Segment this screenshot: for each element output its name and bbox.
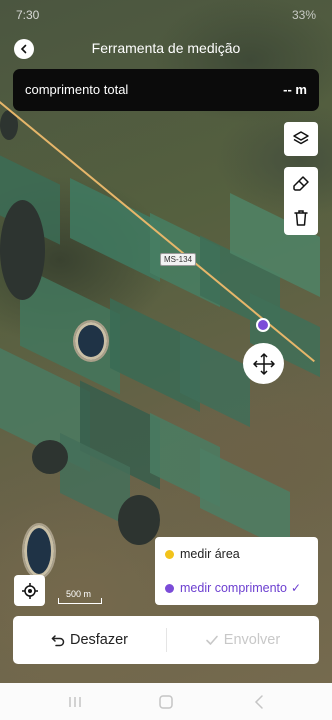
back-nav-icon[interactable] xyxy=(250,693,268,711)
status-time: 7:30 xyxy=(16,8,40,22)
map-lake xyxy=(75,322,107,360)
map-field xyxy=(70,178,160,282)
measurement-bar: comprimento total -- m xyxy=(13,69,319,111)
measure-length-option[interactable]: medir comprimento ✓ xyxy=(155,571,318,605)
status-battery: 33% xyxy=(291,8,316,22)
measure-mode-menu: medir área medir comprimento ✓ xyxy=(155,537,318,605)
wrap-button[interactable]: Envolver xyxy=(166,616,319,664)
trash-icon xyxy=(294,210,308,226)
measure-point[interactable] xyxy=(256,318,270,332)
undo-label: Desfazer xyxy=(69,632,129,648)
eraser-button[interactable] xyxy=(284,167,318,201)
map-lake xyxy=(24,525,54,577)
length-dot xyxy=(165,583,174,593)
map-pond xyxy=(118,495,160,545)
length-option-label: medir comprimento xyxy=(180,581,287,595)
scale-bar xyxy=(58,598,102,604)
area-dot xyxy=(165,549,174,559)
recent-apps-icon[interactable] xyxy=(66,693,84,711)
header: Ferramenta de medição xyxy=(0,36,332,62)
measurement-value: -- m xyxy=(283,82,307,97)
area-option-label: medir área xyxy=(180,547,240,561)
delete-button[interactable] xyxy=(284,201,318,235)
check-icon: ✓ xyxy=(290,581,302,595)
move-icon xyxy=(252,352,275,375)
undo-icon xyxy=(51,635,65,647)
page-title: Ferramenta de medição xyxy=(91,40,241,56)
move-handle[interactable] xyxy=(243,343,284,384)
measure-area-option[interactable]: medir área xyxy=(155,537,318,571)
map-pond xyxy=(32,440,68,474)
layers-icon xyxy=(293,131,309,145)
map-field xyxy=(180,332,250,428)
status-bar: 7:30 33% xyxy=(0,0,332,28)
locate-icon xyxy=(21,582,38,599)
layers-button[interactable] xyxy=(284,122,318,156)
undo-button[interactable]: Desfazer xyxy=(13,616,166,664)
map-scale: 500 m xyxy=(58,589,102,604)
home-icon[interactable] xyxy=(157,693,175,711)
edit-tools xyxy=(284,167,318,235)
wrap-label: Envolver xyxy=(223,632,281,648)
map-pond xyxy=(0,200,45,300)
check-icon xyxy=(205,635,218,645)
road-label: MS-134 xyxy=(160,253,197,266)
system-nav-bar xyxy=(0,683,332,720)
eraser-icon xyxy=(293,176,309,191)
measurement-label: comprimento total xyxy=(25,82,129,97)
action-bar: Desfazer Envolver xyxy=(13,616,319,664)
locate-button[interactable] xyxy=(14,575,45,606)
